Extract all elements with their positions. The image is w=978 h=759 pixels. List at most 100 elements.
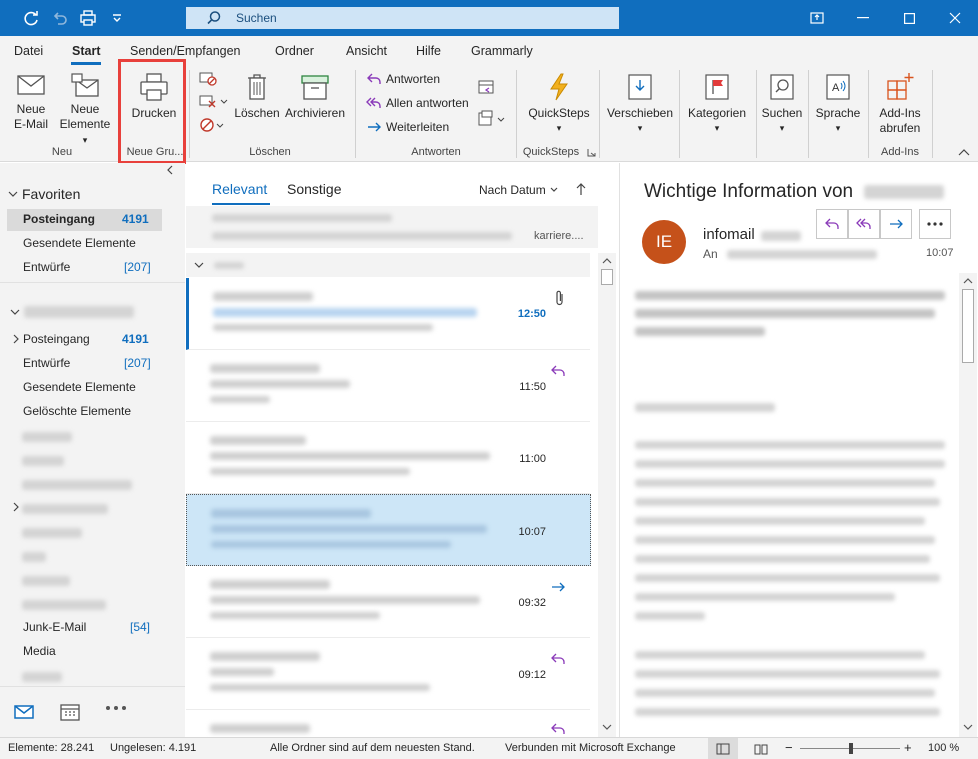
close-icon[interactable] xyxy=(932,0,978,36)
more-apps-icon[interactable] xyxy=(105,705,127,711)
tab-relevant[interactable]: Relevant xyxy=(212,181,267,197)
replied-icon xyxy=(551,723,565,734)
tab-datei[interactable]: Datei xyxy=(14,44,43,58)
quicksteps-button[interactable]: QuickSteps ▾ xyxy=(524,72,594,136)
folder-redacted[interactable] xyxy=(22,480,132,490)
message-list-scrollbar[interactable] xyxy=(598,253,616,737)
chevron-right-icon[interactable] xyxy=(12,502,20,512)
group-label-loeschen: Löschen xyxy=(249,146,291,158)
reading-view-icon[interactable] xyxy=(754,743,768,755)
tab-hilfe[interactable]: Hilfe xyxy=(416,44,441,58)
tab-sonstige[interactable]: Sonstige xyxy=(287,181,341,197)
meeting-reply-icon[interactable] xyxy=(478,78,498,96)
zoom-out-button[interactable]: − xyxy=(785,740,793,755)
drafts-count: [207] xyxy=(124,356,151,370)
sender-name[interactable]: infomail xyxy=(703,226,755,243)
list-item[interactable]: 09:12 xyxy=(186,638,590,710)
maximize-icon[interactable] xyxy=(886,0,932,36)
list-item[interactable]: 12:50 xyxy=(186,278,590,350)
junk-icon[interactable] xyxy=(199,116,229,134)
more-respond-icon[interactable] xyxy=(478,110,508,128)
fav-folder-drafts[interactable]: Entwürfe xyxy=(23,260,70,274)
mail-icon[interactable] xyxy=(14,705,34,719)
new-items-button[interactable]: Neue Elemente ▾ xyxy=(56,72,114,148)
sort-direction-icon[interactable] xyxy=(576,182,586,196)
sort-by-date[interactable]: Nach Datum xyxy=(479,183,558,197)
archive-button[interactable]: Archivieren xyxy=(283,72,347,121)
info-banner[interactable]: karriere.... xyxy=(186,206,598,248)
folder-redacted[interactable] xyxy=(22,600,106,610)
avatar[interactable]: IE xyxy=(642,220,686,264)
normal-view-icon xyxy=(716,743,730,755)
new-email-button[interactable]: Neue E-Mail xyxy=(8,72,54,132)
folder-redacted[interactable] xyxy=(22,456,64,466)
minimize-icon[interactable] xyxy=(840,0,886,36)
reply-button[interactable]: Antworten xyxy=(366,72,440,86)
quicksteps-label: QuickSteps xyxy=(528,106,590,120)
dialog-launcher-icon[interactable] xyxy=(587,148,596,157)
message-list: Relevant Sonstige Nach Datum karriere...… xyxy=(186,163,620,737)
folder-junk[interactable]: Junk-E-Mail xyxy=(23,620,86,634)
more-actions-button[interactable] xyxy=(919,209,951,239)
tab-senden-empfangen[interactable]: Senden/Empfangen xyxy=(130,44,241,58)
scroll-thumb[interactable] xyxy=(962,289,974,363)
folder-deleted[interactable]: Gelöschte Elemente xyxy=(23,404,131,418)
folder-redacted[interactable] xyxy=(22,552,46,562)
get-addins-button[interactable]: Add-Ins abrufen xyxy=(872,72,928,136)
fav-folder-inbox[interactable]: Posteingang xyxy=(23,212,95,226)
replied-icon xyxy=(551,365,565,376)
folder-redacted[interactable] xyxy=(22,672,62,682)
forward-button[interactable]: Weiterleiten xyxy=(366,120,449,134)
print-icon[interactable] xyxy=(77,8,99,28)
cleanup-icon[interactable] xyxy=(199,93,229,109)
folder-redacted[interactable] xyxy=(22,576,70,586)
customize-toolbar-icon[interactable] xyxy=(106,8,128,28)
folder-inbox[interactable]: Posteingang xyxy=(23,332,90,346)
move-button[interactable]: Verschieben ▾ xyxy=(604,72,676,136)
tab-grammarly[interactable]: Grammarly xyxy=(471,44,533,58)
tab-ordner[interactable]: Ordner xyxy=(275,44,314,58)
folder-drafts[interactable]: Entwürfe xyxy=(23,356,70,370)
list-item-selected[interactable]: 10:07 xyxy=(186,494,591,566)
speech-button[interactable]: A Sprache ▾ xyxy=(812,72,864,136)
favorites-header[interactable]: Favoriten xyxy=(8,186,80,202)
move-folder-icon xyxy=(604,72,676,102)
delete-button[interactable]: Löschen xyxy=(233,72,281,121)
tab-start[interactable]: Start xyxy=(72,44,100,58)
zoom-level[interactable]: 100 % xyxy=(928,742,959,754)
chevron-right-icon[interactable] xyxy=(12,334,20,344)
forward-action-button[interactable] xyxy=(880,209,912,239)
list-item[interactable]: 11:50 xyxy=(186,350,590,422)
group-header[interactable] xyxy=(186,253,590,277)
fav-folder-sent[interactable]: Gesendete Elemente xyxy=(23,236,136,250)
calendar-icon[interactable] xyxy=(60,703,80,721)
categories-button[interactable]: Kategorien ▾ xyxy=(683,72,751,136)
find-button[interactable]: Suchen ▾ xyxy=(760,72,804,136)
reply-action-button[interactable] xyxy=(816,209,848,239)
sync-icon[interactable] xyxy=(20,8,42,28)
zoom-slider-thumb[interactable] xyxy=(849,743,853,754)
tab-ansicht[interactable]: Ansicht xyxy=(346,44,387,58)
list-item[interactable] xyxy=(186,710,590,737)
ribbon-display-icon[interactable] xyxy=(794,0,840,36)
collapse-ribbon-icon[interactable] xyxy=(958,148,970,156)
zoom-in-button[interactable]: + xyxy=(904,740,912,755)
reply-all-button[interactable]: Allen antworten xyxy=(366,96,469,110)
folder-redacted[interactable] xyxy=(22,432,72,442)
normal-view-button[interactable] xyxy=(708,738,738,759)
folder-sent[interactable]: Gesendete Elemente xyxy=(23,380,136,394)
folder-media[interactable]: Media xyxy=(23,644,56,658)
scroll-thumb[interactable] xyxy=(601,269,613,285)
folder-redacted[interactable] xyxy=(22,504,108,514)
reply-all-action-button[interactable] xyxy=(848,209,880,239)
list-item[interactable]: 11:00 xyxy=(186,422,590,494)
message-time: 09:32 xyxy=(518,597,546,609)
undo-icon[interactable] xyxy=(48,8,70,28)
reading-pane-scrollbar[interactable] xyxy=(959,273,977,737)
account-chevron-icon[interactable] xyxy=(10,308,20,316)
search-input[interactable]: Suchen xyxy=(186,7,619,29)
collapse-folder-pane-icon[interactable] xyxy=(166,165,174,175)
folder-redacted[interactable] xyxy=(22,528,82,538)
ignore-icon[interactable] xyxy=(199,70,217,86)
list-item[interactable]: 09:32 xyxy=(186,566,590,638)
